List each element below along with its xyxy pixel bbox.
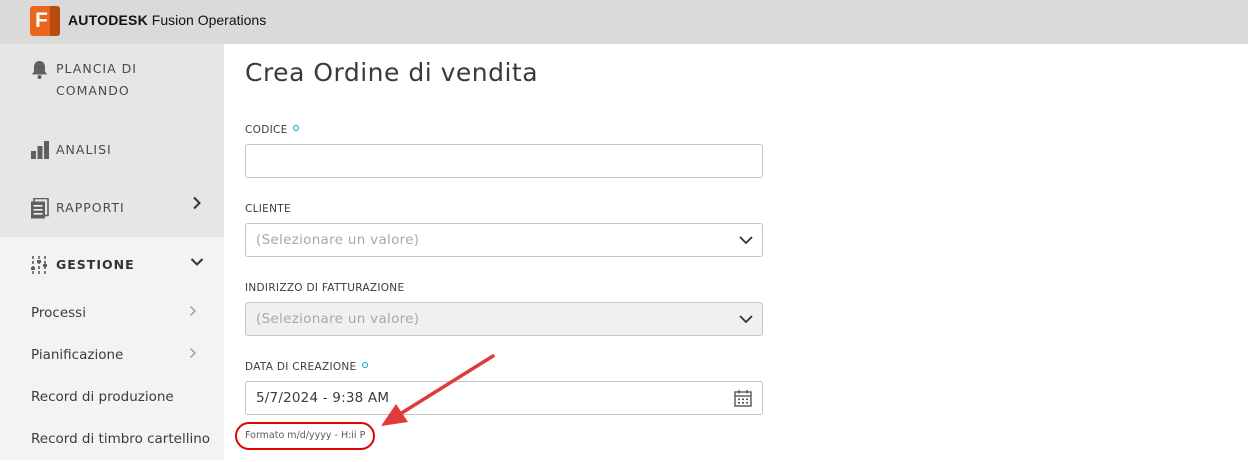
app-brand: AUTODESK Fusion Operations [68,12,266,28]
data-creazione-input[interactable]: 5/7/2024 - 9:38 AM [245,381,763,415]
codice-label: CODICE [245,124,299,136]
codice-input[interactable] [245,144,763,178]
sidebar-item-label: PLANCIA DI COMANDO [56,61,137,98]
sidebar-subitem-label: Processi [31,305,86,321]
cliente-placeholder: (Selezionare un valore) [256,232,420,248]
annotation-highlight-circle [235,422,375,450]
sidebar: PLANCIA DI COMANDO ANALISI RAPPORTI GEST… [0,44,224,460]
cliente-select[interactable]: (Selezionare un valore) [245,223,763,257]
indirizzo-placeholder: (Selezionare un valore) [256,311,420,327]
brand-autodesk: AUTODESK [68,12,148,28]
sidebar-item-label: ANALISI [56,142,112,157]
sliders-icon [30,255,48,281]
indirizzo-label: INDIRIZZO DI FATTURAZIONE [245,282,405,294]
sidebar-item-label: RAPPORTI [56,200,125,215]
bar-chart-icon [30,140,50,164]
sidebar-subitem-record-timbro[interactable]: Record di timbro cartellino [0,420,224,462]
sidebar-subitem-processi[interactable]: Processi [0,294,224,336]
main-content: Crea Ordine di vendita CODICE CLIENTE (S… [224,44,1248,460]
chevron-down-icon[interactable] [738,232,754,252]
indirizzo-select[interactable]: (Selezionare un valore) [245,302,763,336]
required-indicator-icon [361,362,368,368]
cliente-label: CLIENTE [245,203,291,215]
sidebar-item-label: GESTIONE [56,257,135,272]
sidebar-item-gestione[interactable]: GESTIONE [0,244,224,286]
logo-letter: F [35,9,48,32]
fusion-logo[interactable]: F [30,6,60,36]
data-label: DATA DI CREAZIONE [245,361,368,373]
required-indicator-icon [292,125,299,131]
chevron-right-icon [189,305,197,320]
chevron-down-icon [190,256,204,271]
sidebar-item-analisi[interactable]: ANALISI [0,128,224,170]
top-bar: F AUTODESK Fusion Operations [0,0,1248,44]
data-value: 5/7/2024 - 9:38 AM [256,390,390,406]
brand-product: Fusion Operations [147,12,267,28]
chevron-right-icon [189,347,197,362]
codice-label-text: CODICE [245,124,288,136]
reports-icon [30,197,49,223]
sidebar-subitem-record-produzione[interactable]: Record di produzione [0,378,224,420]
chevron-right-icon [192,196,202,214]
sidebar-subitem-label: Pianificazione [31,347,124,363]
calendar-icon[interactable] [734,389,752,411]
chevron-down-icon[interactable] [738,311,754,331]
page-title: Crea Ordine di vendita [245,58,539,87]
sidebar-item-rapporti[interactable]: RAPPORTI [0,186,224,228]
sidebar-subitem-label: Record di produzione [31,389,174,405]
data-label-text: DATA DI CREAZIONE [245,361,357,373]
sidebar-item-plancia[interactable]: PLANCIA DI COMANDO [0,56,224,106]
sidebar-subitem-label: Record di timbro cartellino [31,431,211,447]
sidebar-subitem-pianificazione[interactable]: Pianificazione [0,336,224,378]
bell-icon [30,60,49,84]
